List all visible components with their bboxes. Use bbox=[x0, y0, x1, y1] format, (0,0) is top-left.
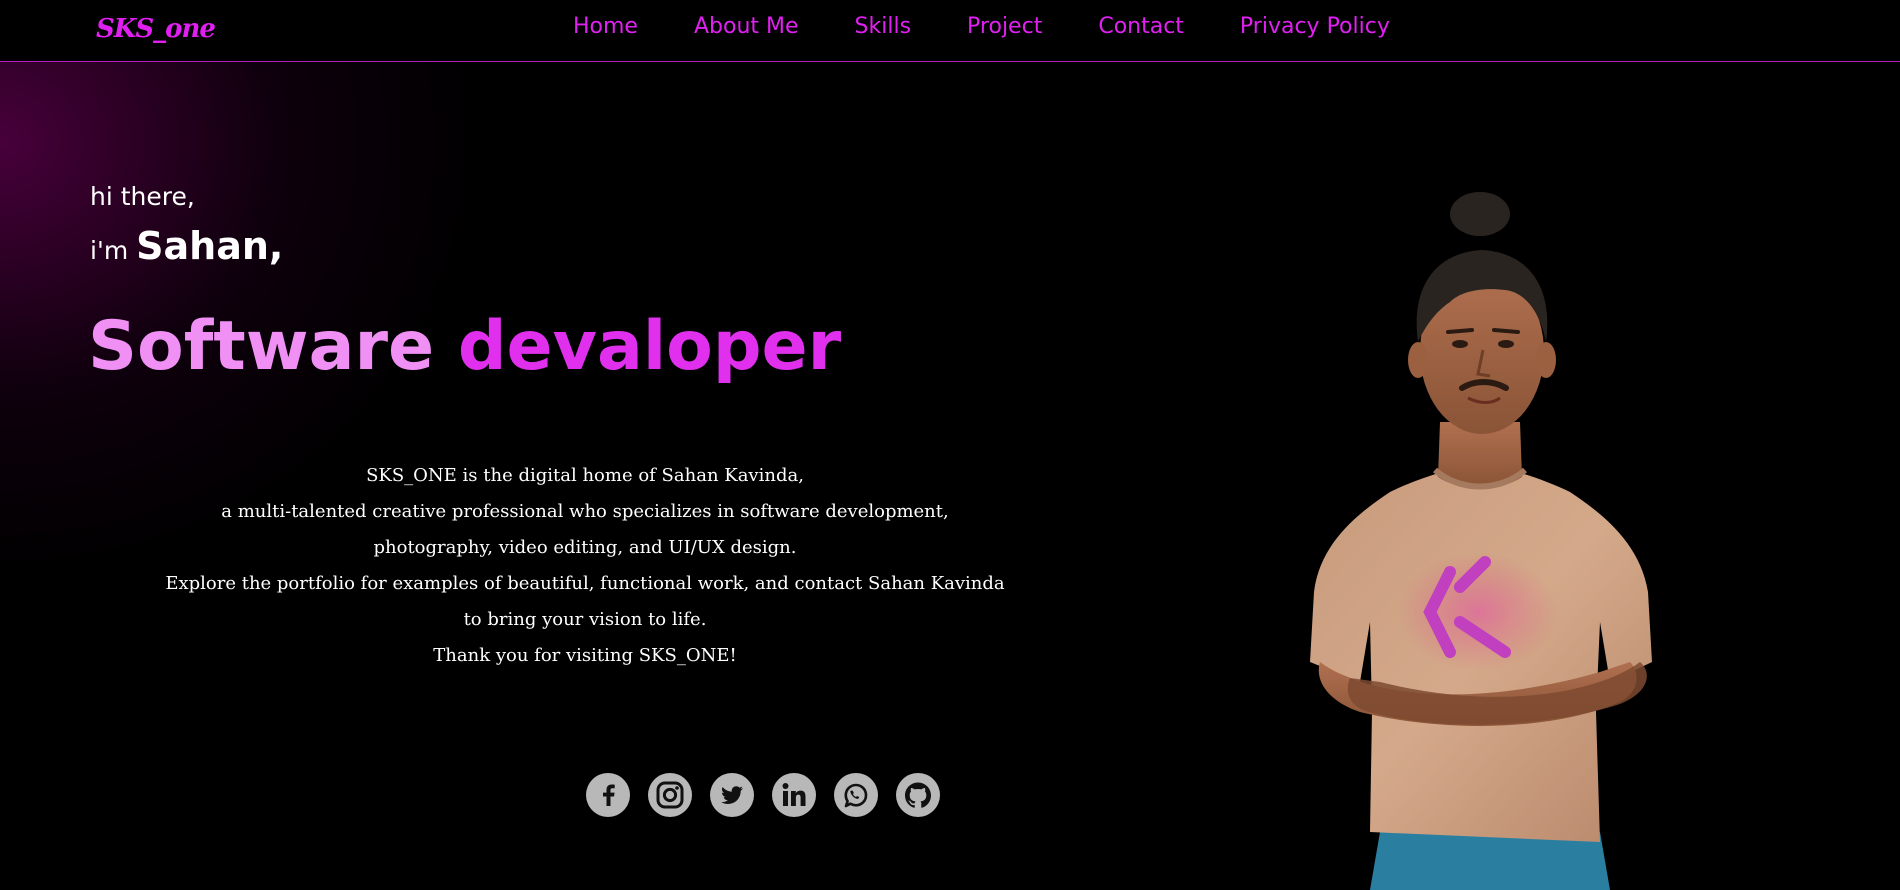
hero-name: Sahan, bbox=[136, 224, 284, 268]
instagram-link[interactable] bbox=[648, 773, 692, 817]
nav-link-contact[interactable]: Contact bbox=[1098, 14, 1184, 39]
description-line: SKS_ONE is the digital home of Sahan Kav… bbox=[366, 465, 804, 486]
github-icon bbox=[905, 782, 931, 808]
github-link[interactable] bbox=[896, 773, 940, 817]
description-line: a multi-talented creative professional w… bbox=[221, 501, 949, 522]
description-line: Thank you for visiting SKS_ONE! bbox=[433, 645, 737, 666]
nav-link-home[interactable]: Home bbox=[573, 14, 638, 39]
hero-description: SKS_ONE is the digital home of Sahan Kav… bbox=[160, 458, 1010, 674]
nav-link-project[interactable]: Project bbox=[967, 14, 1042, 39]
description-line: Explore the portfolio for examples of be… bbox=[165, 573, 1005, 630]
nav-links: Home About Me Skills Project Contact Pri… bbox=[573, 14, 1390, 39]
description-line: photography, video editing, and UI/UX de… bbox=[373, 537, 797, 558]
hero-role-word-1: Software bbox=[88, 307, 435, 386]
navbar: SKS_one Home About Me Skills Project Con… bbox=[0, 0, 1900, 62]
twitter-icon bbox=[721, 786, 743, 804]
social-links bbox=[586, 773, 940, 817]
hero-greeting: hi there, bbox=[90, 182, 195, 211]
facebook-link[interactable] bbox=[586, 773, 630, 817]
twitter-link[interactable] bbox=[710, 773, 754, 817]
hero-role-word-2: devaloper bbox=[457, 307, 842, 386]
hero-role-title: Software devaloper bbox=[88, 307, 842, 386]
site-logo[interactable]: SKS_one bbox=[96, 14, 216, 44]
linkedin-link[interactable] bbox=[772, 773, 816, 817]
linkedin-icon bbox=[782, 783, 806, 806]
facebook-icon bbox=[603, 784, 615, 806]
nav-link-privacy-policy[interactable]: Privacy Policy bbox=[1240, 14, 1390, 39]
profile-portrait bbox=[1310, 192, 1652, 890]
hero-intro-prefix: i'm bbox=[90, 236, 137, 265]
nav-link-skills[interactable]: Skills bbox=[855, 14, 912, 39]
whatsapp-icon bbox=[844, 783, 868, 808]
hero-intro: i'm Sahan, bbox=[90, 227, 283, 265]
nav-link-about[interactable]: About Me bbox=[694, 14, 799, 39]
hero-section: hi there, i'm Sahan, Software devaloper … bbox=[0, 62, 1900, 890]
whatsapp-link[interactable] bbox=[834, 773, 878, 817]
instagram-icon bbox=[656, 781, 684, 809]
